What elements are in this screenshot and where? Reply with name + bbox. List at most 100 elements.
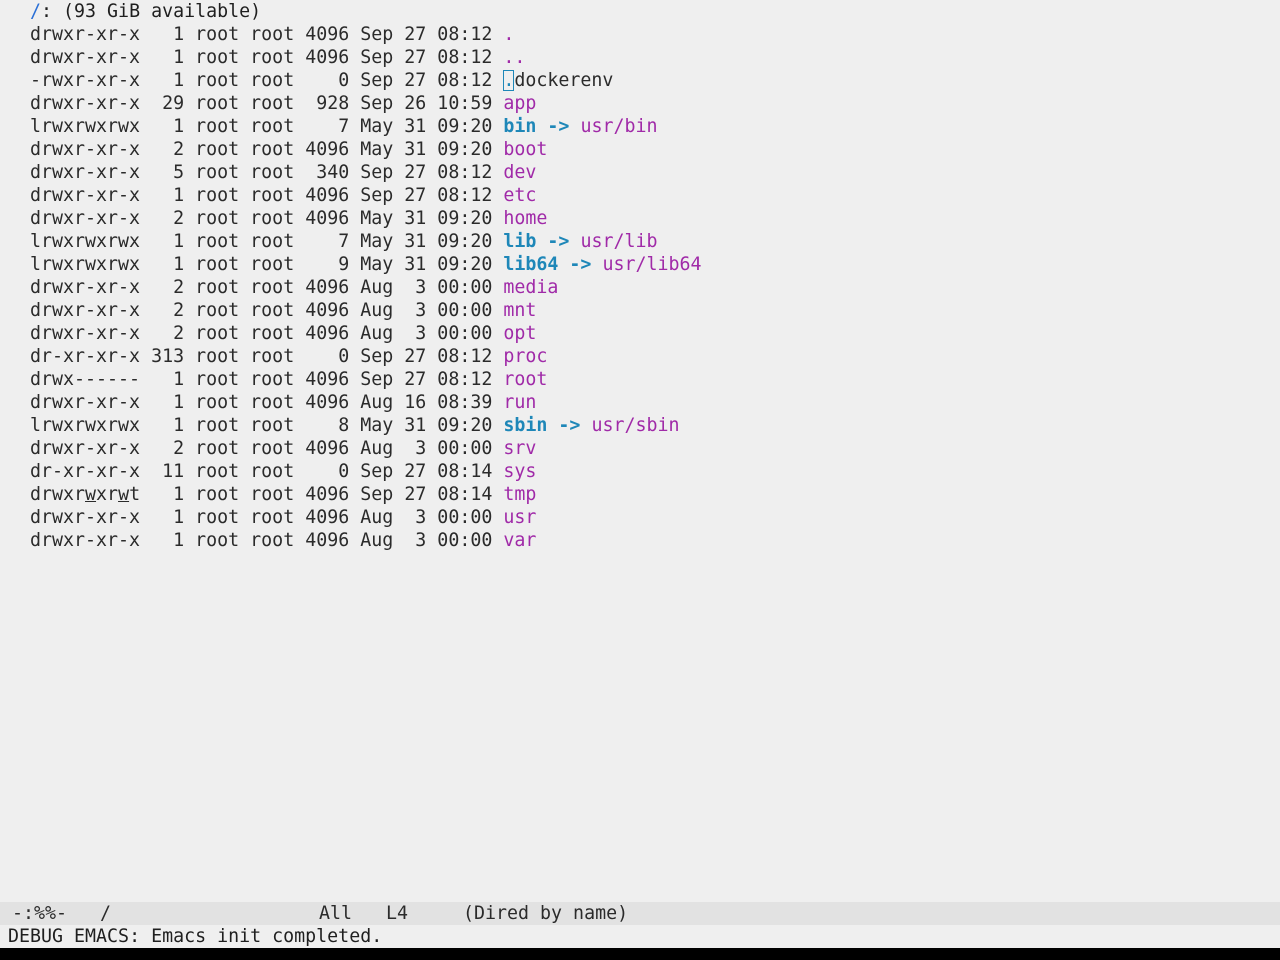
dired-file-row[interactable]: lrwxrwxrwx 1 root root 9 May 31 09:20 li… (8, 253, 1280, 276)
file-date: May 31 09:20 (360, 139, 493, 160)
file-permissions: drwx------ (30, 369, 141, 390)
file-name[interactable]: mnt (503, 300, 536, 321)
file-name[interactable]: srv (503, 438, 536, 459)
file-name[interactable]: sbin (503, 415, 547, 436)
file-owner: root (195, 116, 240, 137)
dired-file-row[interactable]: drwxr-xr-x 2 root root 4096 Aug 3 00:00 … (8, 276, 1280, 299)
symlink-arrow: -> (547, 231, 570, 252)
file-owner: root (195, 139, 240, 160)
text-cursor: . (503, 70, 515, 91)
file-group: root (250, 70, 295, 91)
file-date: Aug 16 08:39 (360, 392, 493, 413)
file-link-count: 2 (151, 438, 185, 459)
file-group: root (250, 507, 295, 528)
modeline-major-mode[interactable]: (Dired by name) (463, 902, 628, 925)
file-name[interactable]: tmp (503, 484, 536, 505)
dired-file-row[interactable]: drwxr-xr-x 1 root root 4096 Aug 3 00:00 … (8, 529, 1280, 552)
dired-file-row[interactable]: drwxr-xr-x 5 root root 340 Sep 27 08:12 … (8, 161, 1280, 184)
file-size: 928 (305, 93, 350, 114)
dired-file-row[interactable]: drwxr-xr-x 2 root root 4096 Aug 3 00:00 … (8, 299, 1280, 322)
file-permissions: drwxr-xr-x (30, 93, 141, 114)
dired-file-row[interactable]: drwxr-xr-x 1 root root 4096 Aug 16 08:39… (8, 391, 1280, 414)
file-date: Aug 3 00:00 (360, 530, 493, 551)
file-group: root (250, 323, 295, 344)
file-name[interactable]: .dockerenv (503, 70, 613, 91)
file-name[interactable]: lib (503, 231, 536, 252)
file-link-count: 1 (151, 530, 185, 551)
file-group: root (250, 93, 295, 114)
file-name[interactable]: opt (503, 323, 536, 344)
header-directory[interactable]: / (30, 1, 41, 22)
dired-file-row[interactable]: dr-xr-xr-x 313 root root 0 Sep 27 08:12 … (8, 345, 1280, 368)
dired-file-row[interactable]: drwxr-xr-x 1 root root 4096 Sep 27 08:12… (8, 46, 1280, 69)
file-date: Sep 27 08:12 (360, 70, 493, 91)
file-name[interactable]: run (503, 392, 536, 413)
file-owner: root (195, 507, 240, 528)
dired-buffer[interactable]: /: (93 GiB available) drwxr-xr-x 1 root … (8, 0, 1280, 552)
file-name[interactable]: sys (503, 461, 536, 482)
file-link-count: 5 (151, 162, 185, 183)
file-group: root (250, 208, 295, 229)
symlink-target[interactable]: usr/bin (580, 116, 657, 137)
file-date: Sep 27 08:12 (360, 346, 493, 367)
file-size: 4096 (305, 24, 350, 45)
modeline-position: All (319, 903, 353, 924)
file-link-count: 2 (151, 208, 185, 229)
dired-file-row[interactable]: -rwxr-xr-x 1 root root 0 Sep 27 08:12 .d… (8, 69, 1280, 92)
file-date: Sep 27 08:12 (360, 185, 493, 206)
file-link-count: 1 (151, 231, 185, 252)
symlink-target[interactable]: usr/sbin (591, 415, 679, 436)
dired-file-row[interactable]: drwxr-xr-x 29 root root 928 Sep 26 10:59… (8, 92, 1280, 115)
file-name[interactable]: bin (503, 116, 536, 137)
dired-file-row[interactable]: drwxr-xr-x 2 root root 4096 Aug 3 00:00 … (8, 437, 1280, 460)
file-size: 4096 (305, 208, 350, 229)
file-name[interactable]: app (503, 93, 536, 114)
dired-file-row[interactable]: dr-xr-xr-x 11 root root 0 Sep 27 08:14 s… (8, 460, 1280, 483)
file-permissions: drwxr-xr-x (30, 392, 141, 413)
dired-file-row[interactable]: drwxrwxrwt 1 root root 4096 Sep 27 08:14… (8, 483, 1280, 506)
file-name[interactable]: .. (503, 47, 525, 68)
file-link-count: 313 (151, 346, 185, 367)
file-permissions: lrwxrwxrwx (30, 415, 141, 436)
file-owner: root (195, 415, 240, 436)
file-name[interactable]: var (503, 530, 536, 551)
file-name[interactable]: . (503, 24, 514, 45)
file-owner: root (195, 185, 240, 206)
dired-file-row[interactable]: drwxr-xr-x 1 root root 4096 Aug 3 00:00 … (8, 506, 1280, 529)
file-name[interactable]: media (503, 277, 558, 298)
dired-file-row[interactable]: drwxr-xr-x 2 root root 4096 May 31 09:20… (8, 138, 1280, 161)
dired-file-row[interactable]: drwxr-xr-x 2 root root 4096 Aug 3 00:00 … (8, 322, 1280, 345)
file-permissions: drwxr-xr-x (30, 24, 141, 45)
file-owner: root (195, 369, 240, 390)
dired-file-row[interactable]: lrwxrwxrwx 1 root root 7 May 31 09:20 li… (8, 230, 1280, 253)
file-name[interactable]: root (503, 369, 547, 390)
file-size: 4096 (305, 507, 350, 528)
file-link-count: 2 (151, 300, 185, 321)
file-date: Sep 27 08:12 (360, 369, 493, 390)
symlink-target[interactable]: usr/lib64 (602, 254, 701, 275)
symlink-target[interactable]: usr/lib (580, 231, 657, 252)
dired-file-row[interactable]: drwxr-xr-x 2 root root 4096 May 31 09:20… (8, 207, 1280, 230)
file-name[interactable]: usr (503, 507, 536, 528)
file-name[interactable]: dev (503, 162, 536, 183)
dired-file-row[interactable]: drwxr-xr-x 1 root root 4096 Sep 27 08:12… (8, 23, 1280, 46)
file-owner: root (195, 438, 240, 459)
file-size: 4096 (305, 139, 350, 160)
dired-header: /: (93 GiB available) (8, 0, 1280, 23)
file-name[interactable]: home (503, 208, 547, 229)
file-size: 0 (305, 70, 350, 91)
dired-file-row[interactable]: drwxr-xr-x 1 root root 4096 Sep 27 08:12… (8, 184, 1280, 207)
file-name[interactable]: lib64 (503, 254, 558, 275)
dired-file-row[interactable]: drwx------ 1 root root 4096 Sep 27 08:12… (8, 368, 1280, 391)
file-name[interactable]: boot (503, 139, 547, 160)
dired-file-row[interactable]: lrwxrwxrwx 1 root root 8 May 31 09:20 sb… (8, 414, 1280, 437)
file-owner: root (195, 392, 240, 413)
file-name[interactable]: proc (503, 346, 547, 367)
file-permissions: drwxr-xr-x (30, 300, 141, 321)
dired-file-row[interactable]: lrwxrwxrwx 1 root root 7 May 31 09:20 bi… (8, 115, 1280, 138)
file-size: 4096 (305, 277, 350, 298)
file-name[interactable]: etc (503, 185, 536, 206)
file-size: 8 (305, 415, 350, 436)
file-date: Sep 26 10:59 (360, 93, 493, 114)
file-group: root (250, 47, 295, 68)
